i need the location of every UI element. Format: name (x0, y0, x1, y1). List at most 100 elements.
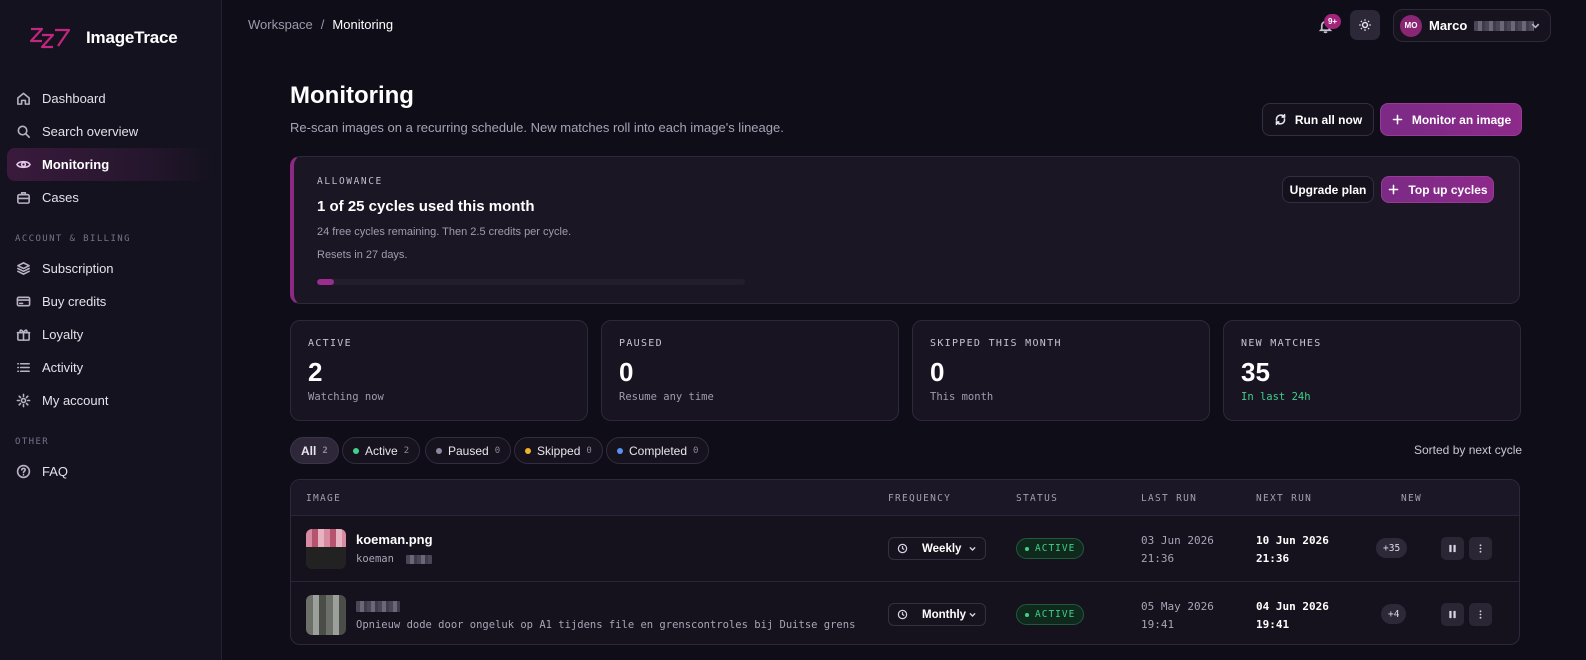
pause-button[interactable] (1441, 603, 1464, 626)
sidebar-item-subscription[interactable]: Subscription (7, 252, 210, 285)
theme-toggle-button[interactable] (1350, 10, 1380, 40)
stat-card-active: ACTIVE 2 Watching now (290, 320, 588, 421)
last-run-date: 03 Jun 2026 (1141, 534, 1214, 547)
filter-count: 2 (322, 445, 328, 456)
filter-label: Skipped (537, 443, 581, 458)
image-subtitle: Opnieuw dode door ongeluk op A1 tijdens … (356, 619, 856, 631)
column-header-new: NEW (1401, 493, 1423, 504)
last-run-time: 19:41 (1141, 618, 1175, 631)
stat-label: ACTIVE (308, 338, 352, 349)
filter-count: 0 (693, 445, 699, 456)
breadcrumb-workspace[interactable]: Workspace (248, 17, 313, 32)
filter-chip-paused[interactable]: Paused 0 (425, 437, 512, 464)
refresh-icon (1275, 113, 1286, 126)
page-title: Monitoring (290, 82, 414, 109)
sidebar-item-buy-credits[interactable]: Buy credits (7, 285, 210, 318)
frequency-select[interactable]: Weekly (888, 537, 986, 560)
table-row[interactable]: Opnieuw dode door ongeluk op A1 tijdens … (291, 581, 1519, 644)
app-name: ImageTrace (86, 28, 178, 47)
sidebar-item-label: FAQ (42, 464, 69, 479)
filter-label: Paused (448, 443, 489, 458)
image-name[interactable] (356, 598, 400, 613)
upgrade-plan-button[interactable]: Upgrade plan (1282, 176, 1374, 203)
stat-note: In last 24h (1241, 391, 1311, 403)
sidebar-item-label: Cases (42, 190, 79, 205)
more-options-button[interactable] (1469, 537, 1492, 560)
redacted-surname (1474, 20, 1535, 31)
gear-icon (16, 393, 31, 408)
sidebar-item-my-account[interactable]: My account (7, 384, 210, 417)
brand[interactable]: ImageTrace (28, 22, 178, 54)
next-run-time: 21:36 (1256, 552, 1290, 565)
status-text: ACTIVE (1035, 609, 1076, 620)
sidebar-item-loyalty[interactable]: Loyalty (7, 318, 210, 351)
clock-icon (897, 609, 908, 620)
notifications-button[interactable]: 9+ (1315, 14, 1341, 36)
sidebar-item-label: My account (42, 393, 109, 408)
briefcase-icon (17, 192, 30, 204)
last-run-time: 21:36 (1141, 552, 1175, 565)
next-run: 10 Jun 2026 21:36 (1256, 532, 1329, 568)
allowance-progress-bar (317, 279, 745, 285)
chevron-down-icon (969, 612, 976, 617)
table-row[interactable]: koeman.png koeman Weekly ACTIVE 03 Jun 2… (291, 516, 1519, 581)
monitor-an-image-button[interactable]: Monitor an image (1380, 103, 1522, 136)
more-vertical-icon (1479, 610, 1482, 619)
filter-chip-all[interactable]: All 2 (290, 437, 339, 464)
sidebar-item-dashboard[interactable]: Dashboard (7, 82, 210, 115)
sidebar-item-search-overview[interactable]: Search overview (7, 115, 210, 148)
column-header-image: IMAGE (306, 493, 342, 504)
image-thumbnail[interactable] (306, 595, 346, 635)
sidebar-item-cases[interactable]: Cases (7, 181, 210, 214)
new-matches-badge[interactable]: +35 (1376, 538, 1408, 558)
pause-icon (1449, 610, 1456, 619)
image-subtitle: koeman (356, 553, 433, 565)
column-header-status: STATUS (1016, 493, 1059, 504)
page-subtitle: Re-scan images on a recurring schedule. … (290, 120, 784, 135)
last-run-date: 05 May 2026 (1141, 600, 1214, 613)
stat-label: PAUSED (619, 338, 663, 349)
last-run: 03 Jun 2026 21:36 (1141, 532, 1214, 568)
chevron-down-icon (1531, 23, 1540, 29)
sidebar-item-faq[interactable]: FAQ (7, 455, 210, 488)
notifications-badge: 9+ (1324, 14, 1341, 29)
sidebar-item-label: Buy credits (42, 294, 107, 309)
stat-card-skipped: SKIPPED THIS MONTH 0 This month (912, 320, 1210, 421)
filter-count: 0 (494, 445, 501, 456)
top-up-cycles-button[interactable]: Top up cycles (1381, 176, 1494, 203)
frequency-select[interactable]: Monthly (888, 603, 986, 626)
status-dot (1025, 546, 1029, 551)
status-dot (1025, 612, 1029, 617)
last-run: 05 May 2026 19:41 (1141, 598, 1214, 634)
filter-count: 0 (586, 445, 592, 456)
image-name[interactable]: koeman.png (356, 532, 433, 547)
filter-chip-skipped[interactable]: Skipped 0 (514, 437, 603, 464)
image-thumbnail[interactable] (306, 529, 346, 569)
stat-value: 0 (930, 357, 945, 387)
next-run-time: 19:41 (1256, 618, 1290, 631)
next-run-date: 10 Jun 2026 (1256, 534, 1329, 547)
pause-button[interactable] (1441, 537, 1464, 560)
filter-label: Completed (629, 443, 688, 458)
status-dot (436, 447, 442, 454)
new-matches-badge[interactable]: +4 (1381, 604, 1407, 624)
sidebar-item-activity[interactable]: Activity (7, 351, 210, 384)
plus-icon (1392, 114, 1403, 125)
run-all-now-label: Run all now (1294, 112, 1363, 127)
allowance-reset: Resets in 27 days. (317, 249, 408, 261)
sidebar-item-monitoring[interactable]: Monitoring (7, 148, 210, 181)
sort-label[interactable]: Sorted by next cycle (1414, 443, 1522, 457)
allowance-card: ALLOWANCE 1 of 25 cycles used this month… (290, 156, 1520, 304)
frequency-value: Weekly (922, 542, 962, 555)
filter-chip-active[interactable]: Active 2 (342, 437, 421, 464)
more-options-button[interactable] (1469, 603, 1492, 626)
stat-note: Watching now (308, 391, 384, 403)
upgrade-plan-label: Upgrade plan (1289, 182, 1367, 197)
frequency-value: Monthly (922, 608, 967, 621)
filter-chip-completed[interactable]: Completed 0 (606, 437, 710, 464)
breadcrumb-current: Monitoring (332, 17, 394, 32)
layers-icon (17, 262, 30, 275)
run-all-now-button[interactable]: Run all now (1262, 103, 1374, 136)
user-menu[interactable]: MO Marco (1393, 9, 1551, 42)
search-icon (17, 125, 30, 138)
